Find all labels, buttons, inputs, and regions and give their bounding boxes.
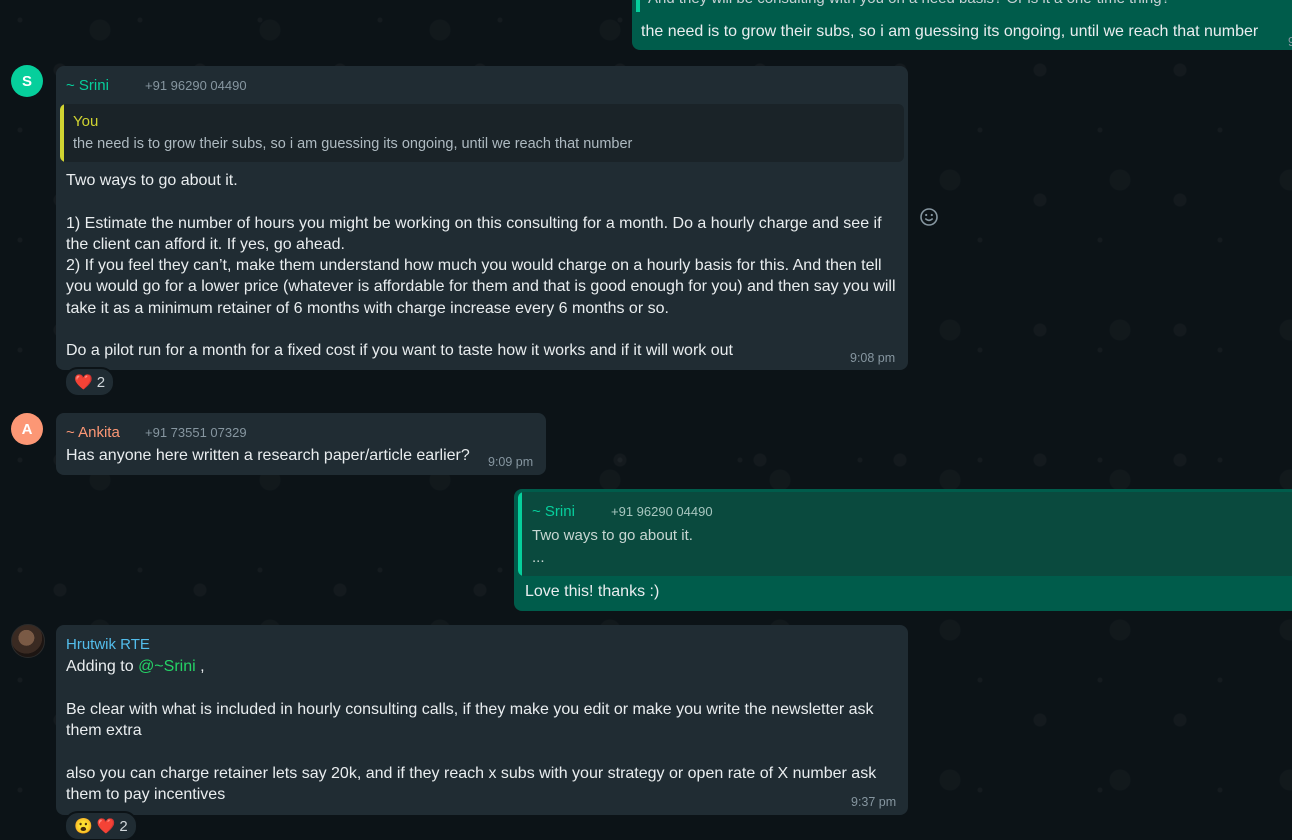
quote-bar — [518, 492, 522, 576]
sender-name[interactable]: ~ Ankita — [66, 424, 120, 441]
quote-text: Two ways to go about it. — [532, 527, 693, 544]
avatar-hrutwik[interactable] — [11, 624, 45, 658]
message-text: Two ways to go about it. 1) Estimate the… — [66, 172, 896, 360]
emoji-reaction-icon[interactable] — [919, 207, 939, 227]
sender-phone: +91 96290 04490 — [145, 78, 247, 93]
reaction-count: 2 — [96, 373, 106, 391]
message-text: Love this! thanks :) — [525, 583, 660, 600]
incoming-message-srini[interactable]: ~ Srini +91 96290 04490 You the need is … — [56, 66, 908, 370]
quoted-message[interactable]: ~ Srini +91 96290 04490 Two ways to go a… — [518, 492, 1292, 576]
chat-panel: And they will be consulting with you on … — [0, 0, 1292, 840]
message-time: 9:09 pm — [488, 455, 534, 469]
message-text: Be clear with what is included in hourly… — [66, 701, 877, 804]
surprised-icon: 😮 — [74, 818, 93, 835]
incoming-message-ankita[interactable]: ~ Ankita +91 73551 07329 Has anyone here… — [56, 413, 546, 475]
avatar-srini[interactable]: S — [11, 65, 43, 97]
outgoing-message-top[interactable]: And they will be consulting with you on … — [632, 0, 1292, 50]
sender-phone: +91 73551 07329 — [145, 425, 247, 440]
intro-suffix: , — [195, 658, 205, 675]
message-time: 9 — [1288, 35, 1292, 49]
message-intro: Adding to @~Srini , — [66, 656, 205, 677]
sender-name[interactable]: Hrutwik RTE — [66, 636, 150, 653]
quote-text: the need is to grow their subs, so i am … — [73, 136, 633, 152]
reaction-count: 2 — [119, 817, 128, 835]
message-text: Has anyone here written a research paper… — [66, 447, 470, 464]
heart-icon: ❤️ — [74, 374, 93, 391]
incoming-message-hrutwik[interactable]: Hrutwik RTE Adding to @~Srini , Be clear… — [56, 625, 908, 815]
quoted-message[interactable]: You the need is to grow their subs, so i… — [60, 104, 904, 162]
quote-bar — [60, 104, 64, 162]
message-time: 9:37 pm — [851, 795, 897, 809]
message-text: the need is to grow their subs, so i am … — [641, 23, 1259, 40]
outgoing-message-reply[interactable]: ~ Srini +91 96290 04490 Two ways to go a… — [514, 489, 1292, 611]
avatar-ankita[interactable]: A — [11, 413, 43, 445]
intro-text: Adding to — [66, 658, 139, 675]
partial-quote-text: And they will be consulting with you on … — [648, 0, 1292, 9]
quote-author: You — [73, 113, 99, 130]
quote-author: ~ Srini — [532, 503, 575, 520]
heart-icon: ❤️ — [96, 818, 116, 835]
quote-ellipsis: ... — [532, 549, 545, 566]
message-time: 9:08 pm — [850, 351, 896, 365]
sender-name[interactable]: ~ Srini — [66, 77, 109, 94]
quote-bar-top — [636, 0, 640, 12]
mention-link[interactable]: @~Srini — [138, 658, 196, 675]
reaction-badge[interactable]: 😮 ❤️ 2 — [64, 811, 138, 840]
quote-phone: +91 96290 04490 — [611, 504, 713, 519]
reaction-badge[interactable]: ❤️ 2 — [64, 367, 116, 397]
